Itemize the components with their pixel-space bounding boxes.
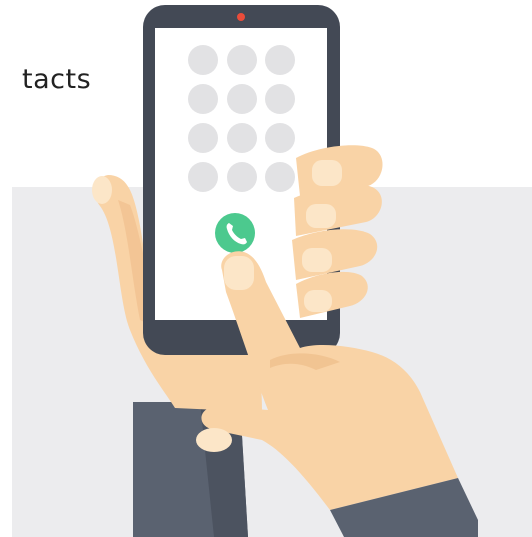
keypad-key <box>227 162 257 192</box>
thumb-nail <box>196 428 232 452</box>
hand-holding-phone-illustration <box>92 5 478 537</box>
keypad-key <box>227 84 257 114</box>
pointing-fingernail <box>224 256 254 290</box>
keypad-key <box>265 84 295 114</box>
keypad-key <box>188 45 218 75</box>
call-button <box>215 213 255 253</box>
camera-dot <box>237 13 245 21</box>
keypad-key <box>188 123 218 153</box>
keypad-key <box>227 123 257 153</box>
keypad-key <box>265 162 295 192</box>
keypad-key <box>265 123 295 153</box>
keypad-key <box>188 84 218 114</box>
keypad-key <box>188 162 218 192</box>
keypad-key <box>265 45 295 75</box>
gripping-fingers <box>292 145 383 318</box>
keypad-key <box>227 45 257 75</box>
